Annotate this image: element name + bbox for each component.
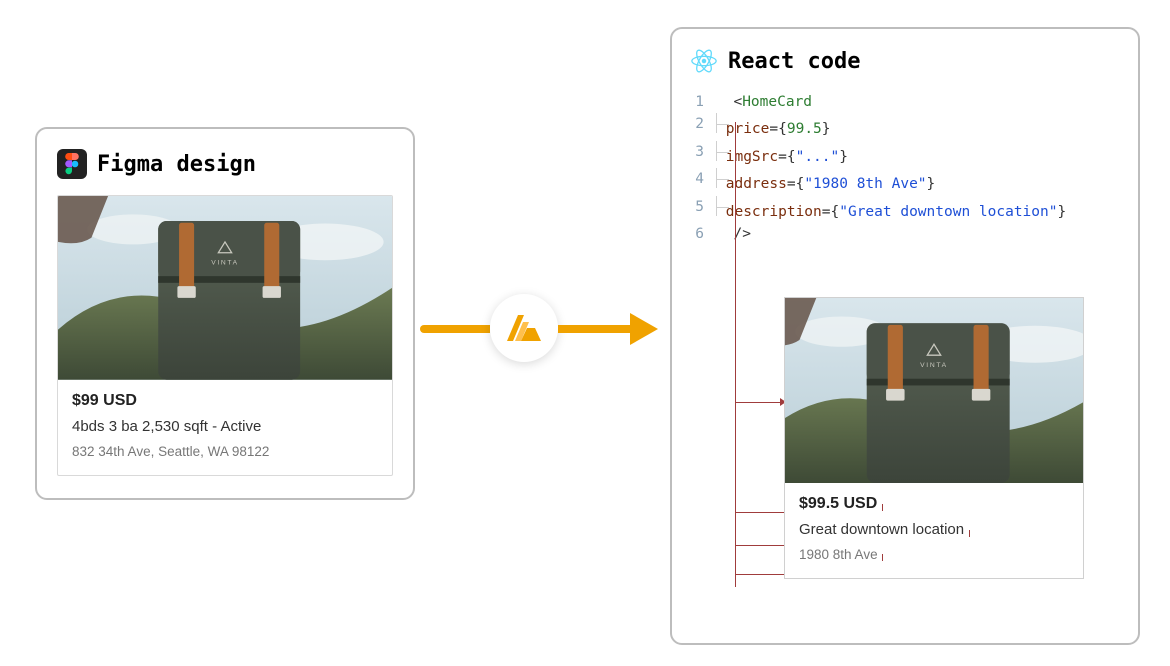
code-line: /> xyxy=(716,223,751,245)
code-line: price={99.5} xyxy=(716,113,831,140)
figma-desc: 4bds 3 ba 2,530 sqft - Active xyxy=(72,418,261,435)
line-number: 5 xyxy=(690,196,716,223)
amplify-icon xyxy=(490,294,558,362)
code-line: description={"Great downtown location"} xyxy=(716,196,1066,223)
react-panel: React code 1 <HomeCard 2 price={99.5} 3 … xyxy=(670,27,1140,645)
react-addr: 1980 8th Ave xyxy=(799,547,878,562)
figma-card-body: $99 USD 4bds 3 ba 2,530 sqft - Active 83… xyxy=(58,380,392,475)
react-icon xyxy=(690,47,718,75)
line-number: 3 xyxy=(690,141,716,168)
product-image xyxy=(58,196,392,380)
react-header: React code xyxy=(690,47,1124,75)
figma-icon xyxy=(57,149,87,179)
figma-addr: 832 34th Ave, Seattle, WA 98122 xyxy=(72,444,269,459)
code-line: <HomeCard xyxy=(716,91,812,113)
connector-line xyxy=(735,122,736,587)
product-image xyxy=(785,298,1083,483)
line-number: 4 xyxy=(690,168,716,195)
code-line: address={"1980 8th Ave"} xyxy=(716,168,935,195)
react-card-body: $99.5 USD Great downtown location 1980 8… xyxy=(785,483,1083,578)
react-title: React code xyxy=(728,49,860,74)
figma-card: $99 USD 4bds 3 ba 2,530 sqft - Active 83… xyxy=(57,195,393,476)
line-number: 2 xyxy=(690,113,716,140)
code-block: 1 <HomeCard 2 price={99.5} 3 imgSrc={"..… xyxy=(690,91,1124,246)
figma-price: $99 USD xyxy=(72,392,137,410)
figma-title: Figma design xyxy=(97,152,256,177)
react-output-card: $99.5 USD Great downtown location 1980 8… xyxy=(784,297,1084,579)
line-number: 6 xyxy=(690,223,716,245)
react-price: $99.5 USD xyxy=(799,495,877,513)
line-number: 1 xyxy=(690,91,716,113)
transform-arrow xyxy=(420,300,670,360)
react-desc: Great downtown location xyxy=(799,521,964,538)
figma-header: Figma design xyxy=(57,149,393,179)
figma-panel: Figma design $99 USD 4bds 3 ba 2,530 sqf… xyxy=(35,127,415,500)
